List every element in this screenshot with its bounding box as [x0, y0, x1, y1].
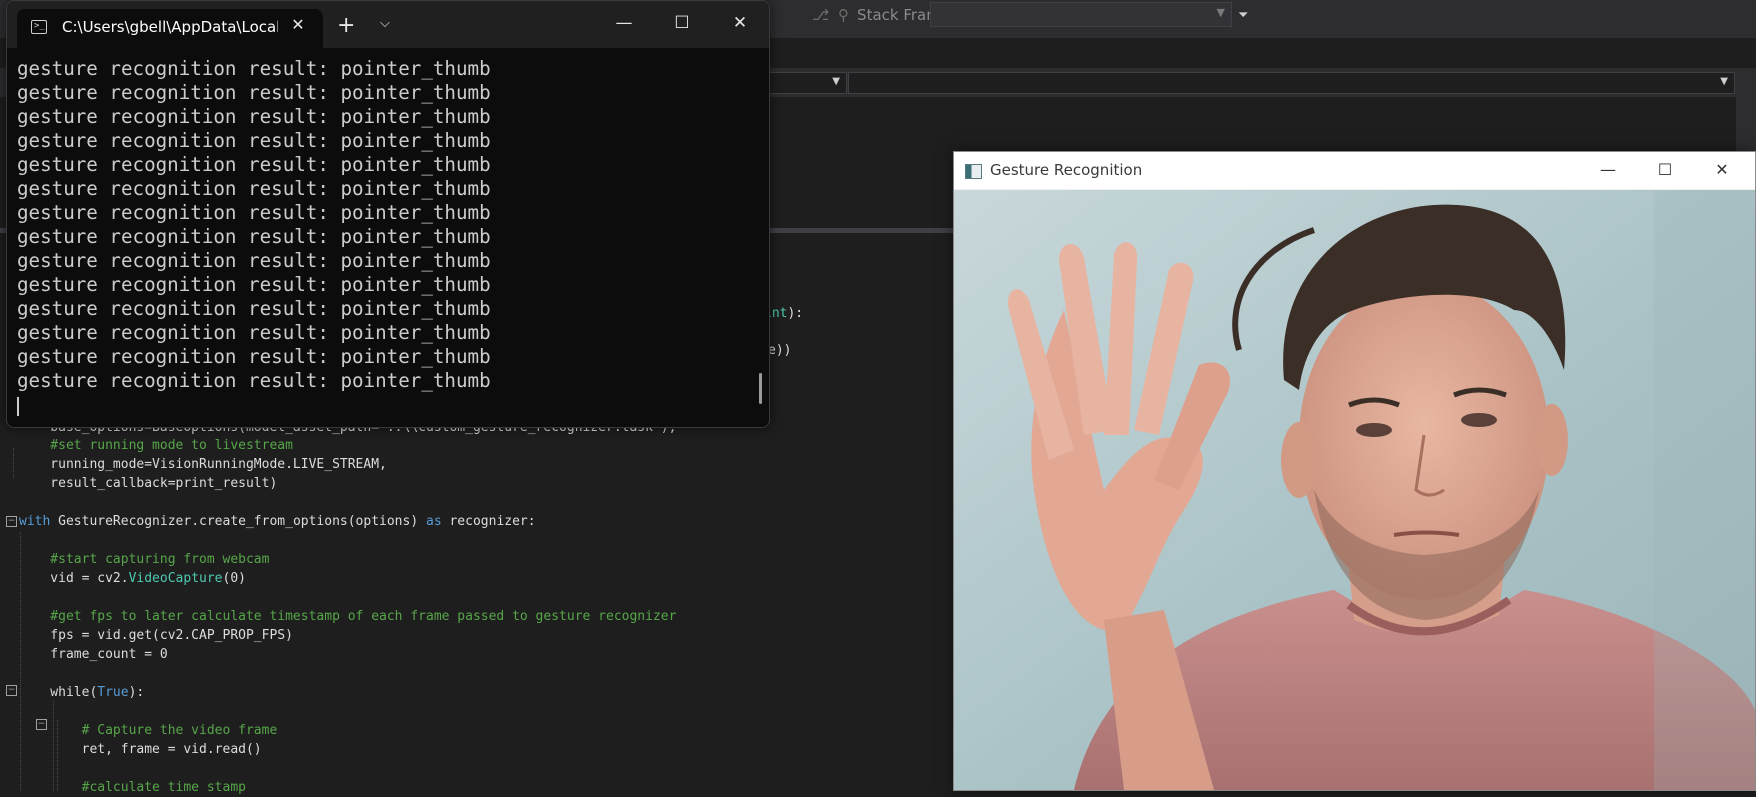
collapse-toggle-icon[interactable]: − [6, 516, 17, 527]
code-line: e)) [768, 341, 791, 360]
close-icon[interactable]: ✕ [1699, 156, 1745, 184]
terminal-line: gesture recognition result: pointer_thum… [17, 105, 491, 128]
toolbar-overflow-icon[interactable]: ⏷ [1238, 8, 1248, 23]
code-token: ): [787, 306, 804, 321]
terminal-line: gesture recognition result: pointer_thum… [17, 81, 491, 104]
code-line: vid = cv2.VideoCapture(0) [19, 569, 246, 588]
terminal-icon: >_ [31, 20, 47, 34]
close-icon[interactable]: ✕ [287, 15, 309, 34]
terminal-line: gesture recognition result: pointer_thum… [17, 129, 491, 152]
code-line: running_mode=VisionRunningMode.LIVE_STRE… [19, 455, 387, 474]
code-line: result_callback=print_result) [19, 474, 277, 493]
terminal-scrollbar[interactable] [759, 373, 762, 404]
code-line: ret, frame = vid.read() [19, 740, 262, 759]
code-token: VideoCapture [128, 571, 223, 586]
webcam-frame-image [954, 190, 1755, 790]
maximize-icon[interactable]: ☐ [1642, 156, 1688, 184]
code-line: #get fps to later calculate timestamp of… [19, 607, 676, 626]
terminal-line: gesture recognition result: pointer_thum… [17, 177, 491, 200]
chevron-down-icon: ▼ [832, 76, 840, 87]
terminal-tab-title: C:\Users\gbell\AppData\Local [62, 18, 278, 36]
terminal-line: gesture recognition result: pointer_thum… [17, 57, 491, 80]
webcam-video-frame [954, 190, 1755, 790]
stack-frame-dropdown[interactable]: ▼ [930, 2, 1232, 27]
code-line: fps = vid.get(cv2.CAP_PROP_FPS) [19, 626, 293, 645]
code-token: while [19, 685, 90, 700]
nav-dropdown-right[interactable]: ▼ [848, 72, 1735, 94]
plus-icon[interactable]: + [337, 15, 355, 37]
terminal-line: gesture recognition result: pointer_thum… [17, 225, 491, 248]
code-token: with [19, 514, 51, 529]
code-token: vid = cv2. [19, 571, 129, 586]
collapse-toggle-icon[interactable]: − [6, 685, 17, 696]
code-line: frame_count = 0 [19, 645, 168, 664]
code-token: #set running mode to livestream [19, 438, 293, 453]
code-token: running_mode=VisionRunningMode.LIVE_STRE… [19, 457, 387, 472]
code-token: GestureRecognizer.create_from_options(op… [50, 514, 426, 529]
code-line: # Capture the video frame [19, 721, 278, 740]
terminal-line: gesture recognition result: pointer_thum… [17, 297, 491, 320]
gesture-window-title: Gesture Recognition [990, 161, 1143, 179]
code-line: #start capturing from webcam [19, 550, 269, 569]
terminal-line: gesture recognition result: pointer_thum… [17, 273, 491, 296]
terminal-window[interactable]: >_ C:\Users\gbell\AppData\Local ✕ + ⌵ — … [6, 0, 770, 428]
code-token: result_callback=print_result) [19, 476, 278, 491]
code-token: fps = vid.get(cv2.CAP_PROP_FPS) [19, 628, 293, 643]
terminal-line: gesture recognition result: pointer_thum… [17, 249, 491, 272]
app-icon [965, 164, 982, 179]
code-token: (0) [222, 571, 246, 586]
terminal-output[interactable]: gesture recognition result: pointer_thum… [17, 57, 752, 423]
code-token: #calculate time stamp [19, 780, 246, 795]
chevron-down-icon[interactable]: ⌵ [380, 16, 390, 31]
close-icon[interactable]: ✕ [720, 9, 760, 37]
terminal-line: gesture recognition result: pointer_thum… [17, 369, 491, 392]
gesture-recognition-window[interactable]: Gesture Recognition — ☐ ✕ [953, 151, 1756, 791]
code-token: as [426, 514, 442, 529]
code-token: e)) [768, 343, 792, 358]
terminal-titlebar[interactable]: >_ C:\Users\gbell\AppData\Local ✕ + ⌵ — … [7, 1, 769, 48]
minimize-icon[interactable]: — [1585, 156, 1631, 184]
code-line: with GestureRecognizer.create_from_optio… [19, 512, 536, 531]
nav-dropdown-left[interactable]: ▼ [765, 72, 847, 94]
gesture-window-titlebar[interactable]: Gesture Recognition — ☐ ✕ [954, 152, 1755, 189]
code-token: ): [128, 685, 145, 700]
code-token: # Capture the video frame [19, 723, 278, 738]
code-token: #start capturing from webcam [19, 552, 270, 567]
code-token: #get fps to later calculate timestamp of… [19, 609, 677, 624]
terminal-line: gesture recognition result: pointer_thum… [17, 345, 491, 368]
code-line: #set running mode to livestream [19, 436, 293, 455]
chevron-down-icon: ▼ [1720, 76, 1728, 87]
code-token: True [97, 685, 129, 700]
indent-guide [13, 448, 15, 478]
chevron-down-icon: ▼ [1216, 6, 1225, 19]
terminal-line: gesture recognition result: pointer_thum… [17, 153, 491, 176]
maximize-icon[interactable]: ☐ [662, 9, 702, 37]
code-token: frame_count = 0 [19, 647, 168, 662]
text-cursor [17, 397, 19, 416]
minimize-icon[interactable]: — [604, 9, 644, 37]
terminal-line: gesture recognition result: pointer_thum… [17, 321, 491, 344]
code-line: #calculate time stamp [19, 778, 246, 797]
code-token: ret, frame = vid.read() [19, 742, 262, 757]
terminal-tab[interactable]: >_ C:\Users\gbell\AppData\Local ✕ [17, 9, 323, 48]
terminal-line: gesture recognition result: pointer_thum… [17, 201, 491, 224]
code-line: while(True): [19, 683, 144, 702]
code-token: recognizer: [441, 514, 536, 529]
debug-toolbar-icons[interactable]: ⎇ ⚲ [812, 6, 851, 24]
